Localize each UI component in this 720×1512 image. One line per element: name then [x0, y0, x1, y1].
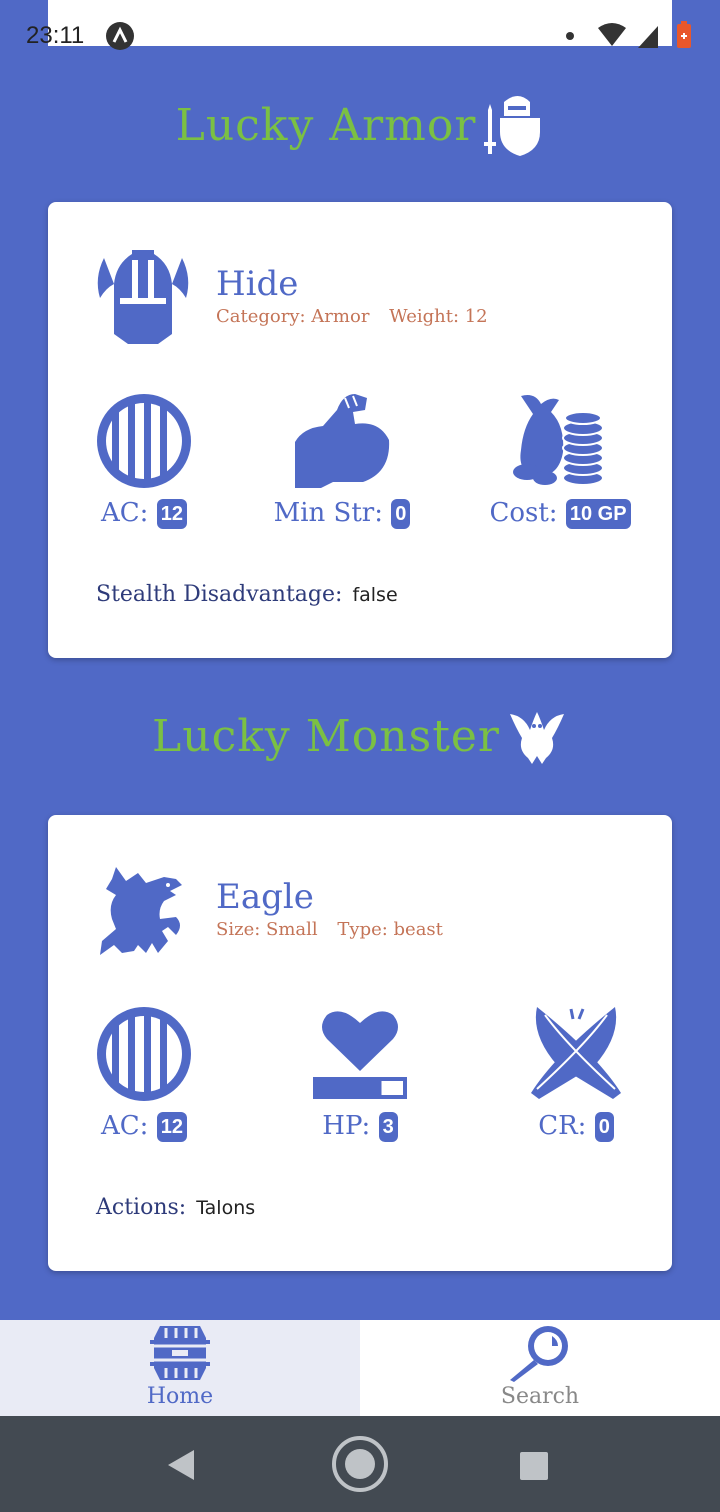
monster-cr-label: CR:: [538, 1111, 587, 1141]
coin-bag-icon: [513, 395, 604, 486]
armor-cost-label: Cost:: [489, 498, 558, 528]
knight-helmet-shield-icon: [484, 96, 541, 156]
armor-ac-stat: AC: 12: [44, 392, 244, 529]
armor-strength-stat: Min Str: 0: [242, 392, 442, 529]
flexed-bicep-icon: [295, 394, 390, 488]
nav-search-tab[interactable]: Search: [360, 1320, 720, 1416]
armor-ac-label: AC:: [101, 498, 149, 528]
heart-health-bar-icon: [313, 1011, 407, 1099]
status-clock: 23:11: [26, 22, 85, 49]
nav-search-label: Search: [500, 1384, 580, 1409]
monster-ac-stat: AC: 12: [44, 1005, 244, 1142]
monster-details: Size: Small Type: beast: [216, 919, 457, 940]
dragon-icon: [509, 712, 564, 764]
armor-name: Hide: [216, 264, 299, 304]
back-icon[interactable]: [166, 1448, 196, 1482]
stealth-label: Stealth Disadvantage:: [96, 582, 343, 607]
monster-hp-value: 3: [378, 1112, 398, 1142]
monster-ac-value: 12: [156, 1112, 187, 1142]
stealth-value: false: [352, 584, 398, 606]
cell-signal-icon: [638, 26, 658, 48]
round-shield-icon: [97, 1007, 191, 1101]
crossed-swords-icon: [531, 1007, 621, 1099]
monster-hp-label: HP:: [322, 1111, 371, 1141]
werewolf-icon: [100, 867, 182, 955]
armor-details: Category: Armor Weight: 12: [216, 306, 502, 327]
round-shield-icon: [97, 394, 191, 488]
monster-actions-row: Actions: Talons: [96, 1195, 255, 1220]
armor-weight: Weight: 12: [389, 306, 488, 327]
hp-bar-fill: [317, 1081, 382, 1095]
magnifying-glass-icon: [510, 1326, 568, 1382]
nav-home-label: Home: [146, 1384, 214, 1409]
status-icons: [566, 21, 691, 48]
monster-type: Type: beast: [337, 919, 443, 940]
armor-section-header: Lucky Armor: [0, 92, 720, 158]
status-bar: 23:11: [0, 0, 720, 72]
armor-cost-stat: Cost: 10 GP: [460, 392, 660, 529]
armor-ac-value: 12: [156, 499, 187, 529]
barrel-icon: [150, 1326, 210, 1380]
monster-section-title: Lucky Monster: [152, 710, 500, 762]
armor-str-value: 0: [391, 499, 411, 529]
armor-section-title: Lucky Armor: [175, 99, 477, 151]
armor-str-label: Min Str:: [273, 498, 383, 528]
monster-name: Eagle: [216, 877, 314, 917]
home-circle-icon[interactable]: [330, 1434, 390, 1494]
armor-card[interactable]: Hide Category: Armor Weight: 12 AC: 12 M…: [48, 202, 672, 658]
actions-label: Actions:: [96, 1195, 187, 1220]
wifi-icon: [598, 23, 626, 46]
armor-cost-value: 10 GP: [565, 499, 631, 529]
app-notification-icon: [106, 22, 134, 50]
bottom-navigation: Home Search: [0, 1320, 720, 1416]
actions-value: Talons: [196, 1197, 256, 1219]
recents-icon[interactable]: [518, 1450, 550, 1482]
armor-stealth-row: Stealth Disadvantage: false: [96, 582, 398, 607]
monster-card[interactable]: Eagle Size: Small Type: beast AC: 12 HP:…: [48, 815, 672, 1271]
monster-cr-value: 0: [594, 1112, 614, 1142]
monster-cr-stat: CR: 0: [476, 1005, 676, 1142]
system-navigation-bar: [0, 1416, 720, 1512]
armor-category: Category: Armor: [216, 306, 370, 327]
viking-helmet-icon: [97, 250, 189, 344]
nav-home-tab[interactable]: Home: [0, 1320, 360, 1416]
monster-section-header: Lucky Monster: [0, 706, 720, 766]
notification-dot-icon: [566, 32, 574, 40]
monster-size: Size: Small: [216, 919, 318, 940]
monster-hp-stat: HP: 3: [260, 1005, 460, 1142]
monster-ac-label: AC:: [101, 1111, 149, 1141]
